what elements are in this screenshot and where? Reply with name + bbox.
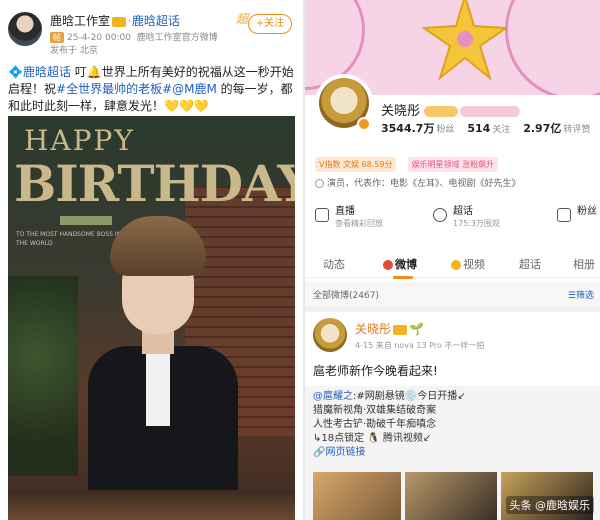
- diamond-icon: [433, 208, 447, 222]
- filter-bar: 全部微博(2467) ☰筛选: [305, 282, 600, 306]
- service-title: 超话: [453, 206, 473, 217]
- hair-shape: [110, 216, 206, 276]
- watermark: 头条 @鹿晗娱乐: [505, 496, 594, 514]
- profile-info: 演员，代表作：电影《左耳》、电视剧《好先生》: [315, 176, 521, 189]
- topic-link[interactable]: 💠鹿晗超话: [8, 65, 71, 79]
- post-text: 💠鹿晗超话 叮🔔世界上所有美好的祝福从这一秒开始启程！祝#全世界最帅的老板#@M…: [8, 65, 294, 113]
- user-icon: [557, 208, 571, 222]
- tab-video[interactable]: 视频: [451, 256, 485, 272]
- reposts-stat[interactable]: 2.97亿 转评赞: [523, 122, 590, 135]
- web-link[interactable]: 🔗网页链接: [313, 447, 365, 458]
- tv-icon: [315, 208, 329, 222]
- topic-link[interactable]: 鹿晗超话: [132, 14, 180, 28]
- seat-shape: [8, 490, 295, 520]
- tab-weibo[interactable]: 微博: [383, 256, 417, 279]
- profile-info-text: 演员，代表作：电影《左耳》、电视剧《好先生》: [327, 179, 521, 189]
- mention-link[interactable]: @扈耀之: [313, 391, 353, 402]
- post-author[interactable]: 关晓彤 🌱: [355, 320, 424, 337]
- person-figure: [88, 216, 238, 520]
- post-location: 发布于 北京: [50, 46, 98, 56]
- left-post-panel: 鹿晗工作室 ·鹿晗超话 帖 25-4-20 00:00 鹿晗工作室官方微博 发布于 …: [0, 0, 303, 520]
- weibo-icon: [383, 260, 393, 270]
- sprout-icon: 🌱: [409, 322, 424, 336]
- post-meta: 4-15 来自 nova 13 Pro 不一样一拍: [355, 341, 485, 350]
- section-gap: [305, 306, 600, 312]
- post-tag: 帖: [50, 32, 64, 43]
- mention-link[interactable]: @M鹿M: [172, 82, 217, 96]
- happy-text: HAPPY: [24, 124, 135, 157]
- post-time: 25-4-20 00:00: [67, 33, 131, 43]
- service-title: 粉丝: [577, 206, 597, 217]
- service-title: 直播: [335, 206, 355, 217]
- service-row: 直播 查看精彩回放 超话 175.3万围观 粉丝: [305, 198, 600, 238]
- supertopic-service[interactable]: 超话 175.3万围观: [423, 198, 528, 238]
- profile-name: 关晓彤: [381, 104, 421, 119]
- account-row: 鹿晗工作室 ·鹿晗超话: [50, 12, 180, 29]
- profile-panel: 关晓彤 3544.7万 粉丝 514 关注 2.97亿 转评赞 V指数 文娱 68.5…: [305, 0, 600, 520]
- avatar[interactable]: [8, 12, 42, 46]
- repost-thumbnail[interactable]: [313, 472, 401, 520]
- birthday-text: BIRTHDAY: [14, 154, 295, 213]
- brand-mark: 超: [235, 12, 248, 26]
- all-posts-count: 全部微博(2467): [313, 291, 379, 301]
- star-icon: [422, 0, 508, 80]
- fans-service[interactable]: 粉丝: [547, 198, 600, 238]
- followers-stat[interactable]: 3544.7万 粉丝: [381, 122, 454, 135]
- tab-supertopic[interactable]: 超话: [519, 256, 541, 272]
- tab-feed[interactable]: 动态: [323, 256, 345, 272]
- vip-badge: [424, 106, 459, 117]
- filter-button[interactable]: ☰筛选: [568, 288, 594, 301]
- profile-stats: 3544.7万 粉丝 514 关注 2.97亿 转评赞: [381, 120, 600, 136]
- badges-row: V指数 文娱 68.59分 娱乐明星领域 涨粉飙升: [315, 152, 504, 172]
- info-icon: [315, 179, 324, 188]
- post-meta: 帖 25-4-20 00:00 鹿晗工作室官方微博: [50, 30, 218, 43]
- crown-icon: [112, 16, 127, 27]
- profile-name-row: 关晓彤: [381, 100, 521, 119]
- cover-ring: [505, 0, 600, 95]
- verified-icon: [357, 117, 371, 131]
- birthday-image[interactable]: HAPPY BIRTHDAY TO THE MOST HANDSOME BOSS…: [8, 116, 295, 520]
- v-index-badge[interactable]: V指数 文娱 68.59分: [315, 157, 397, 172]
- following-stat[interactable]: 514 关注: [467, 122, 510, 135]
- heart-icon: 💛💛💛: [164, 99, 209, 113]
- repost-thumbnail[interactable]: [405, 472, 497, 520]
- service-sub: 175.3万围观: [453, 219, 500, 228]
- tab-album[interactable]: 相册: [573, 256, 595, 272]
- post-source: 鹿晗工作室官方微博: [136, 33, 218, 43]
- shirt-shape: [146, 346, 170, 426]
- post-text: 扈老师新作今晚看起来!: [313, 364, 438, 378]
- badge-bar: [460, 106, 521, 117]
- account-name[interactable]: 鹿晗工作室: [50, 14, 110, 28]
- live-service[interactable]: 直播 查看精彩回放: [305, 198, 410, 238]
- repost-block[interactable]: @扈耀之:#网剧悬镜💿今日开播↙ 猎魔新视角·双雄集结破奇案 人性考古铲·勘破千…: [305, 386, 600, 520]
- service-sub: 查看精彩回放: [335, 219, 383, 228]
- crown-icon: [393, 324, 408, 335]
- post-header: 鹿晗工作室 ·鹿晗超话 帖 25-4-20 00:00 鹿晗工作室官方微博 发布于 …: [8, 10, 298, 60]
- hashtag-link[interactable]: #全世界最帅的老板#: [56, 82, 172, 96]
- plant-shape: [8, 276, 78, 476]
- video-icon: [451, 260, 461, 270]
- repost-text: @扈耀之:#网剧悬镜💿今日开播↙ 猎魔新视角·双雄集结破奇案 人性考古铲·勘破千…: [313, 391, 466, 458]
- post-avatar[interactable]: [313, 318, 347, 352]
- rising-badge[interactable]: 娱乐明星领域 涨粉飙升: [407, 157, 499, 172]
- follow-button[interactable]: +关注: [248, 14, 292, 34]
- profile-tabs: 动态 微博 视频 超话 相册: [305, 250, 600, 279]
